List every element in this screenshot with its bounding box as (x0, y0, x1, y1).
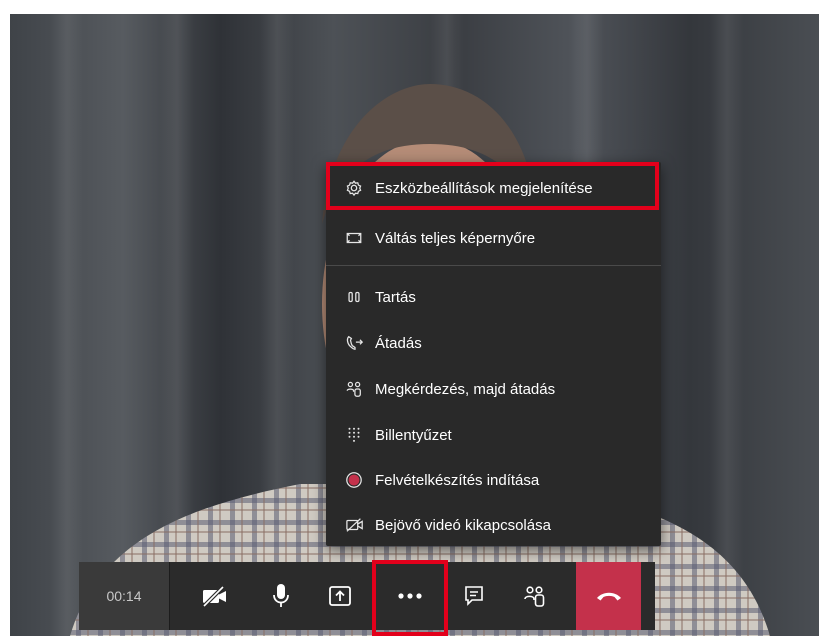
participants-icon (523, 584, 547, 608)
call-timer: 00:14 (79, 562, 169, 630)
menu-item-consult-transfer[interactable]: Megkérdezés, majd átadás (326, 368, 661, 410)
more-actions-menu: Eszközbeállítások megjelenítése Váltás t… (326, 162, 661, 546)
highlight-device-settings (326, 162, 659, 210)
menu-item-label: Tartás (375, 288, 416, 306)
transfer-icon (345, 334, 371, 352)
camera-toggle-button[interactable] (190, 562, 240, 630)
menu-item-label: Bejövő videó kikapcsolása (375, 516, 551, 534)
consult-transfer-icon (345, 380, 371, 398)
hang-up-icon (595, 589, 623, 603)
menu-item-hold[interactable]: Tartás (326, 276, 661, 318)
call-controls-bar: 00:14 (79, 562, 655, 630)
dialpad-icon (345, 426, 371, 444)
video-off-icon (345, 516, 371, 534)
chat-button[interactable] (449, 562, 499, 630)
hang-up-button[interactable] (576, 562, 641, 630)
share-screen-button[interactable] (315, 562, 365, 630)
participants-button[interactable] (510, 562, 560, 630)
toolbar-divider (169, 562, 170, 630)
pause-icon (345, 288, 371, 306)
menu-item-start-recording[interactable]: Felvételkészítés indítása (326, 459, 661, 501)
menu-item-label: Megkérdezés, majd átadás (375, 380, 556, 398)
microphone-icon (271, 583, 291, 609)
highlight-more-actions (372, 560, 448, 636)
menu-item-label: Átadás (375, 334, 422, 352)
menu-item-incoming-video-off[interactable]: Bejövő videó kikapcsolása (326, 504, 661, 546)
record-icon (345, 471, 371, 489)
menu-item-label: Felvételkészítés indítása (375, 471, 540, 489)
menu-item-label: Billentyűzet (375, 426, 452, 444)
share-screen-icon (328, 584, 352, 608)
menu-item-keypad[interactable]: Billentyűzet (326, 414, 661, 456)
menu-item-label: Váltás teljes képernyőre (375, 229, 536, 247)
menu-divider (326, 265, 661, 266)
video-off-icon (201, 585, 229, 607)
menu-item-transfer[interactable]: Átadás (326, 322, 661, 364)
fullscreen-icon (345, 229, 371, 247)
menu-item-fullscreen[interactable]: Váltás teljes képernyőre (326, 217, 661, 259)
microphone-button[interactable] (256, 562, 306, 630)
video-feed: Eszközbeállítások megjelenítése Váltás t… (10, 14, 819, 636)
chat-icon (463, 585, 485, 607)
